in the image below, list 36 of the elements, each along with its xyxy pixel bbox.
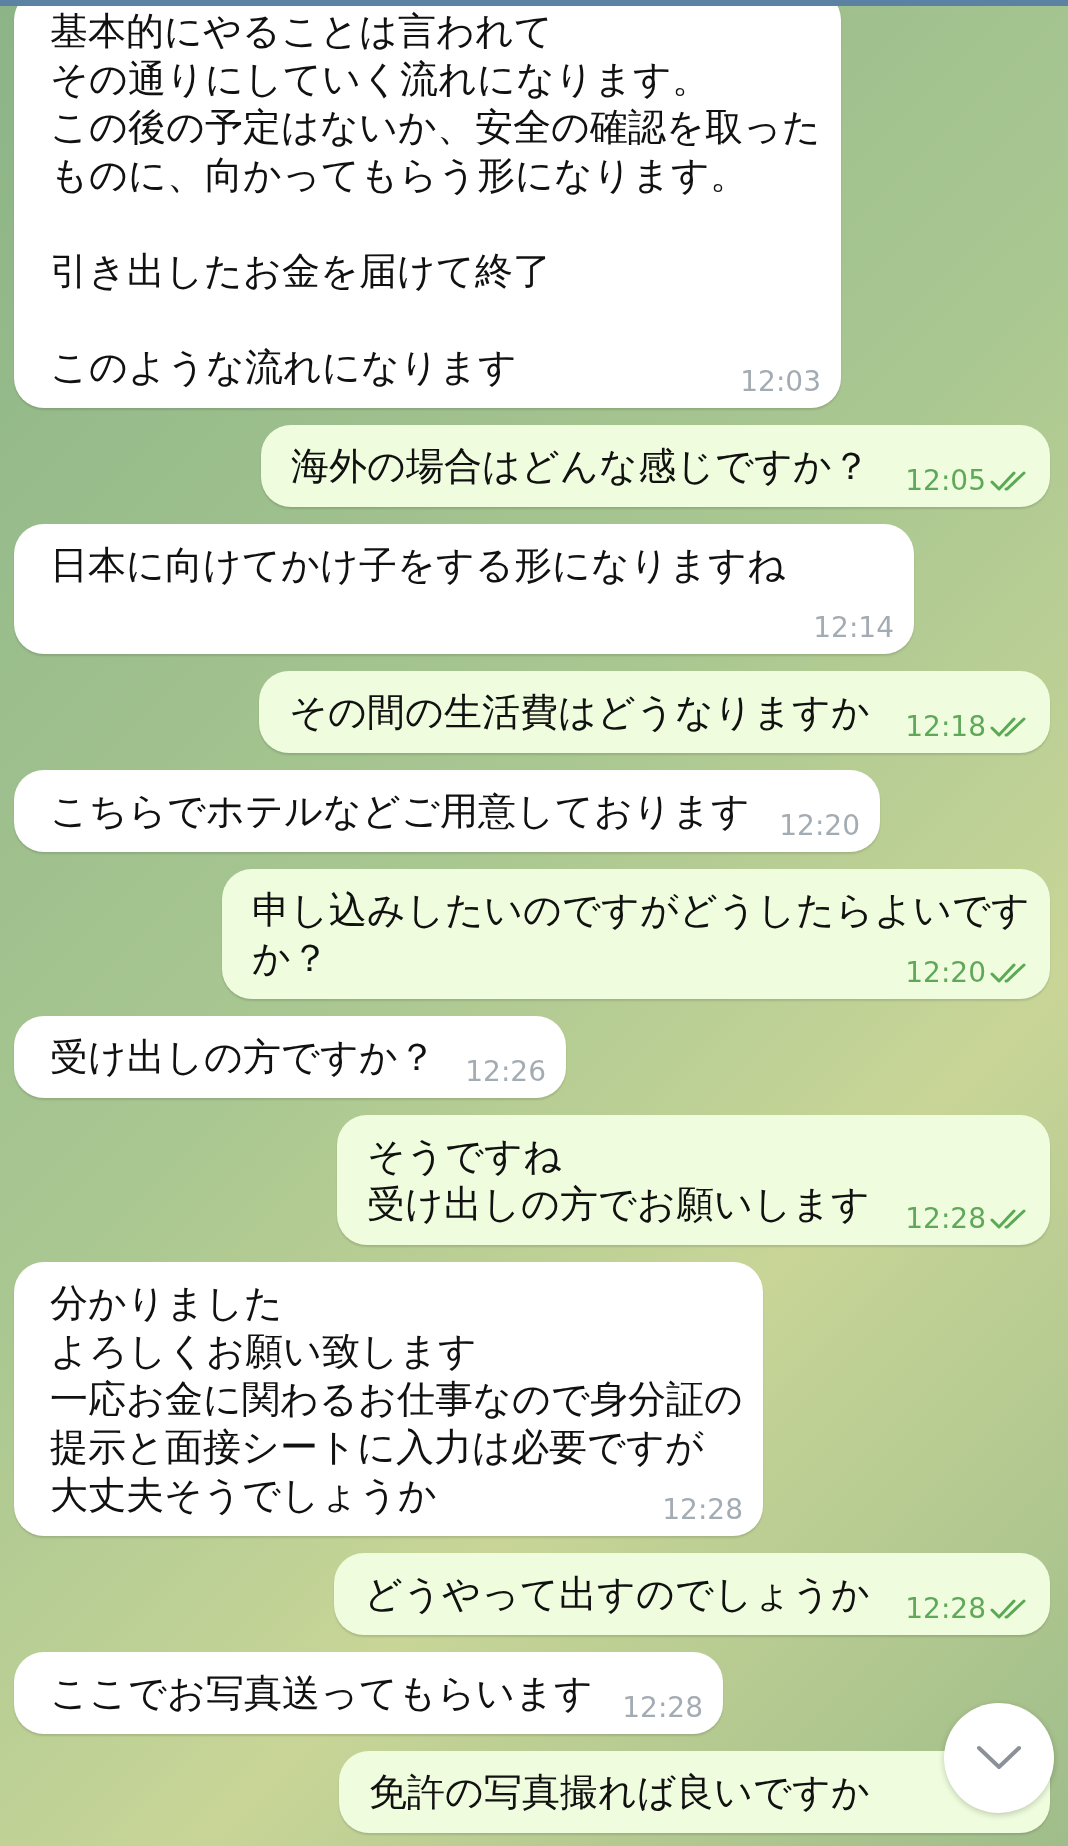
message-time: 12:28 bbox=[662, 1494, 743, 1526]
message-text: どうやって出すのでしょうか bbox=[364, 1572, 870, 1616]
message-text: 大丈夫そうでしょうか bbox=[50, 1473, 437, 1517]
message-text: この後の予定はないか、安全の確認を取った bbox=[50, 105, 821, 149]
message-text: 海外の場合はどんな感じですか？ bbox=[291, 444, 870, 488]
message-time: 12:05 bbox=[905, 465, 986, 497]
message-text: よろしくお願い致します bbox=[50, 1329, 477, 1373]
message-text: 一応お金に関わるお仕事なので身分証の bbox=[50, 1377, 743, 1421]
message-text: こちらでホテルなどご用意しております bbox=[50, 789, 750, 833]
message-time: 12:26 bbox=[465, 1056, 546, 1088]
message-time: 12:28 bbox=[622, 1692, 703, 1724]
message-text: 受け出しの方でお願いします bbox=[367, 1182, 870, 1226]
message-text: ここでお写真送ってもらいます bbox=[50, 1671, 593, 1715]
scroll-down-button[interactable] bbox=[944, 1703, 1054, 1813]
message-time: 12:03 bbox=[740, 366, 821, 398]
message-text: その間の生活費はどうなりますか bbox=[289, 690, 870, 734]
message-time: 12:20 bbox=[779, 810, 860, 842]
message-text: 免許の写真撮れば良いですか bbox=[369, 1770, 870, 1814]
message-text: 提示と面接シートに入力は必要ですが bbox=[50, 1425, 704, 1469]
message-time: 12:18 bbox=[905, 711, 986, 743]
message-text: 分かりました bbox=[50, 1281, 283, 1325]
message-time: 12:28 bbox=[905, 1203, 986, 1235]
message-text: 日本に向けてかけ子をする形になりますね bbox=[50, 543, 786, 587]
chevron-down-icon bbox=[976, 1745, 1022, 1771]
message-text: ものに、向かってもらう形になります。 bbox=[50, 153, 748, 197]
message-text: 基本的にやることは言われて bbox=[50, 9, 553, 53]
message-text: その通りにしていく流れになります。 bbox=[50, 57, 710, 101]
message-text: か？ bbox=[252, 936, 329, 980]
message-text: そうですね bbox=[367, 1134, 562, 1178]
message-time: 12:20 bbox=[905, 957, 986, 989]
message-text: 引き出したお金を届けて終了 bbox=[50, 249, 551, 293]
message-text: 申し込みしたいのですがどうしたらよいです bbox=[252, 888, 1030, 932]
message-time: 12:14 bbox=[813, 612, 894, 644]
message-text: このような流れになります bbox=[50, 345, 517, 389]
message-time: 12:28 bbox=[905, 1593, 986, 1625]
message-text: 受け出しの方ですか？ bbox=[50, 1035, 436, 1079]
